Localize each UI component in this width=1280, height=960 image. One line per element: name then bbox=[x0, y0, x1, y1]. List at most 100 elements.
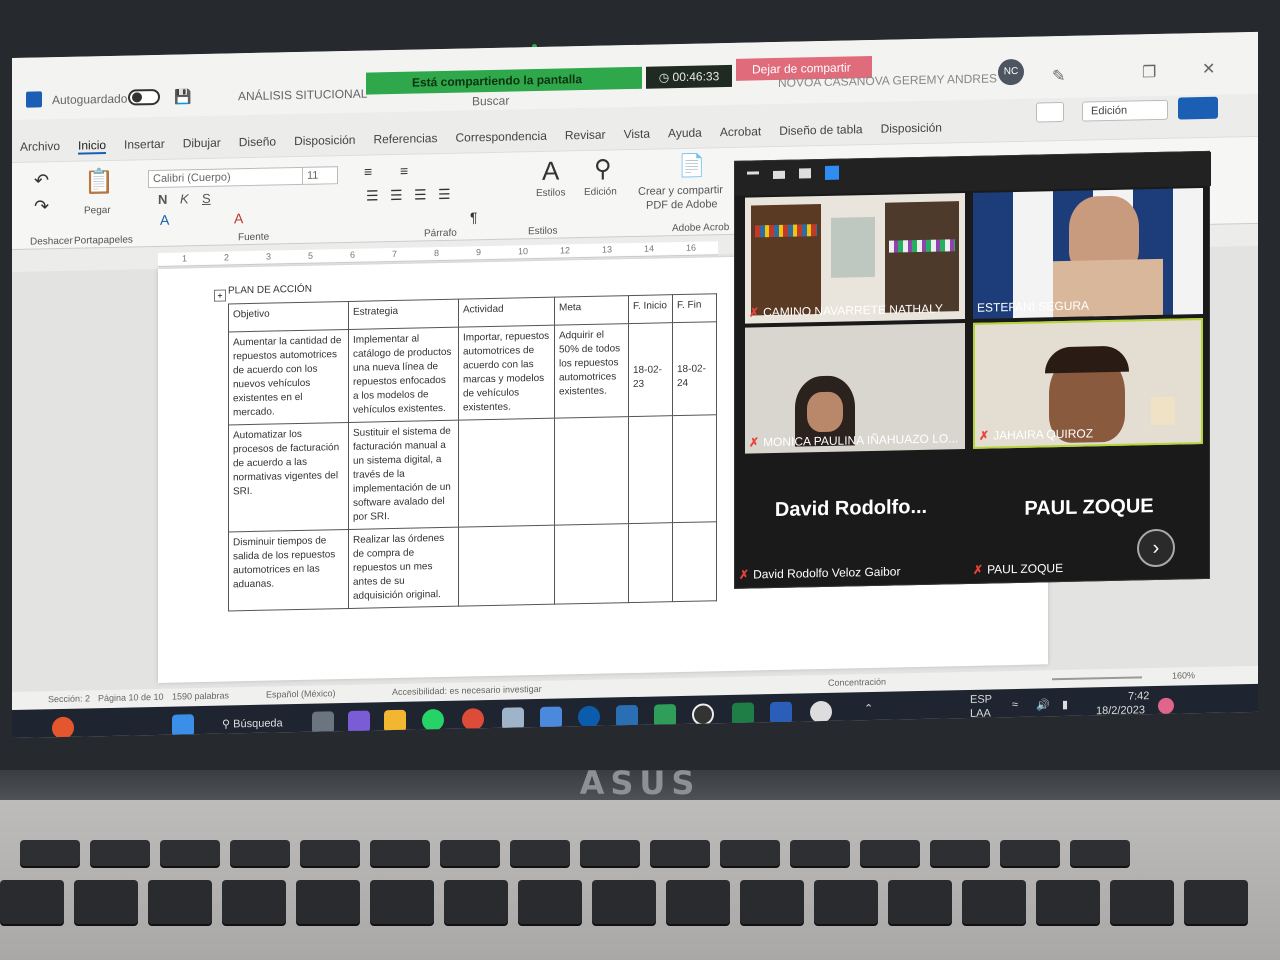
share-button[interactable] bbox=[1178, 96, 1218, 120]
ribbon-tab[interactable]: Disposición bbox=[294, 133, 355, 150]
notification-icon[interactable] bbox=[1158, 697, 1174, 714]
justify-icon[interactable]: ☰ bbox=[438, 186, 451, 203]
table-cell[interactable] bbox=[554, 523, 629, 605]
key[interactable] bbox=[888, 880, 952, 924]
ribbon-tab[interactable]: Insertar bbox=[124, 137, 165, 154]
whatsapp-icon[interactable] bbox=[422, 708, 444, 732]
find-icon[interactable]: ⚲ bbox=[594, 154, 612, 183]
autosave-toggle[interactable] bbox=[128, 88, 160, 106]
participant-tile-active[interactable]: ✗ JAHAIRA QUIROZ bbox=[973, 318, 1203, 449]
pen-icon[interactable]: ✎ bbox=[1052, 66, 1065, 86]
zoom-gallery-window[interactable]: ✗ CAMINO NAVARRETE NATHALY ESTEFANI SEGUR… bbox=[734, 150, 1211, 589]
key[interactable] bbox=[300, 840, 360, 866]
zoom-level[interactable]: 160% bbox=[1172, 670, 1195, 680]
table-cell[interactable] bbox=[672, 414, 717, 523]
chat-icon[interactable] bbox=[654, 704, 676, 727]
ribbon-tab[interactable]: Revisar bbox=[565, 128, 606, 145]
font-color-icon[interactable]: A bbox=[234, 210, 243, 226]
table-cell[interactable]: Realizar las órdenes de compra de repues… bbox=[348, 527, 459, 609]
key[interactable] bbox=[740, 880, 804, 924]
ribbon-tab[interactable]: Inicio bbox=[78, 138, 107, 155]
search-input[interactable]: Buscar bbox=[472, 94, 509, 109]
chrome-icon[interactable] bbox=[462, 708, 484, 731]
ribbon-tab[interactable]: Disposición bbox=[881, 121, 942, 138]
comments-button[interactable] bbox=[1036, 101, 1064, 123]
text-effects-icon[interactable]: A bbox=[160, 212, 169, 228]
key[interactable] bbox=[74, 880, 138, 924]
key[interactable] bbox=[20, 840, 80, 866]
key[interactable] bbox=[592, 880, 656, 924]
ribbon-tab[interactable]: Vista bbox=[624, 127, 650, 144]
table-move-handle-icon[interactable]: + bbox=[214, 289, 226, 302]
ribbon-tab[interactable]: Diseño bbox=[239, 134, 276, 151]
key[interactable] bbox=[720, 840, 780, 866]
section-indicator[interactable]: Sección: 2 bbox=[48, 693, 90, 704]
word-count[interactable]: 1590 palabras bbox=[172, 690, 229, 701]
start-icon[interactable] bbox=[172, 714, 194, 737]
snipping-icon[interactable] bbox=[502, 707, 524, 730]
key[interactable] bbox=[148, 880, 212, 924]
adobe-create-label[interactable]: Crear y compartir bbox=[638, 184, 723, 198]
key[interactable] bbox=[0, 880, 64, 924]
key[interactable] bbox=[90, 840, 150, 866]
table-cell[interactable] bbox=[458, 525, 555, 607]
redo-icon[interactable]: ↷ bbox=[34, 196, 49, 217]
table-cell[interactable]: Disminuir tiempos de salida de los repue… bbox=[228, 529, 349, 611]
save-icon[interactable]: 💾 bbox=[174, 88, 191, 105]
calculator-icon[interactable] bbox=[540, 706, 562, 729]
table-cell[interactable] bbox=[554, 416, 629, 526]
numbering-icon[interactable]: ≡ bbox=[400, 163, 408, 179]
participant-tile[interactable]: PAUL ZOQUE ✗ PAUL ZOQUE bbox=[969, 447, 1209, 581]
focus-mode-button[interactable]: Concentración bbox=[828, 677, 886, 688]
gallery-view-icon[interactable] bbox=[799, 168, 811, 179]
font-name-select[interactable]: Calibri (Cuerpo) bbox=[148, 166, 324, 189]
clock-time[interactable]: 7:42 bbox=[1128, 690, 1149, 702]
action-plan-table[interactable]: Objetivo Estrategia Actividad Meta F. In… bbox=[228, 293, 717, 611]
key[interactable] bbox=[444, 880, 508, 924]
underline-button[interactable]: S bbox=[202, 191, 211, 206]
task-view-icon[interactable] bbox=[312, 711, 334, 734]
key[interactable] bbox=[1000, 840, 1060, 866]
key[interactable] bbox=[650, 840, 710, 866]
key[interactable] bbox=[230, 840, 290, 866]
ribbon-tab[interactable]: Acrobat bbox=[720, 124, 761, 141]
ribbon-tab[interactable]: Referencias bbox=[373, 131, 437, 148]
key[interactable] bbox=[222, 880, 286, 924]
ribbon-tab[interactable]: Dibujar bbox=[183, 136, 221, 153]
italic-button[interactable]: K bbox=[180, 191, 189, 206]
document-title[interactable]: ANÁLISIS SITUCIONAL bbox=[238, 87, 367, 104]
user-avatar[interactable]: NC bbox=[998, 58, 1024, 86]
store-icon[interactable] bbox=[616, 704, 638, 728]
editing-mode-button[interactable]: Edición bbox=[1082, 99, 1168, 122]
key[interactable] bbox=[1036, 880, 1100, 924]
table-cell[interactable]: Aumentar la cantidad de repuestos automo… bbox=[228, 329, 349, 425]
table-cell[interactable]: 18-02-24 bbox=[672, 321, 717, 416]
table-cell[interactable] bbox=[628, 522, 673, 603]
media-player-icon[interactable] bbox=[692, 703, 714, 726]
font-size-select[interactable]: 11 bbox=[302, 166, 338, 185]
table-cell[interactable] bbox=[628, 415, 673, 524]
close-window-icon[interactable]: ✕ bbox=[1202, 59, 1215, 79]
table-cell[interactable]: Automatizar los procesos de facturación … bbox=[228, 422, 349, 532]
participant-tile[interactable]: ✗ MONICA PAULINA IÑAHUAZO LO... bbox=[745, 323, 965, 454]
key[interactable] bbox=[790, 840, 850, 866]
participant-tile[interactable]: David Rodolfo... ✗ David Rodolfo Veloz Ga… bbox=[735, 452, 967, 586]
key[interactable] bbox=[930, 840, 990, 866]
key[interactable] bbox=[510, 840, 570, 866]
participant-tile[interactable]: ESTEFANI SEGURA bbox=[973, 188, 1203, 319]
key[interactable] bbox=[160, 840, 220, 866]
align-center-icon[interactable]: ☰ bbox=[390, 187, 403, 204]
table-cell[interactable]: 18-02-23 bbox=[628, 322, 673, 417]
undo-icon[interactable]: ↶ bbox=[34, 170, 49, 191]
tray-chevron-icon[interactable]: ⌃ bbox=[864, 702, 873, 715]
key[interactable] bbox=[518, 880, 582, 924]
accessibility-indicator[interactable]: Accesibilidad: es necesario investigar bbox=[392, 684, 542, 697]
participant-tile[interactable]: ✗ CAMINO NAVARRETE NATHALY bbox=[745, 193, 965, 324]
clock-date[interactable]: 18/2/2023 bbox=[1096, 704, 1145, 717]
key[interactable] bbox=[580, 840, 640, 866]
key[interactable] bbox=[370, 840, 430, 866]
bullets-icon[interactable]: ≡ bbox=[364, 163, 372, 179]
align-right-icon[interactable]: ☰ bbox=[414, 186, 427, 203]
ribbon-tab[interactable]: Ayuda bbox=[668, 126, 702, 143]
key[interactable] bbox=[666, 880, 730, 924]
